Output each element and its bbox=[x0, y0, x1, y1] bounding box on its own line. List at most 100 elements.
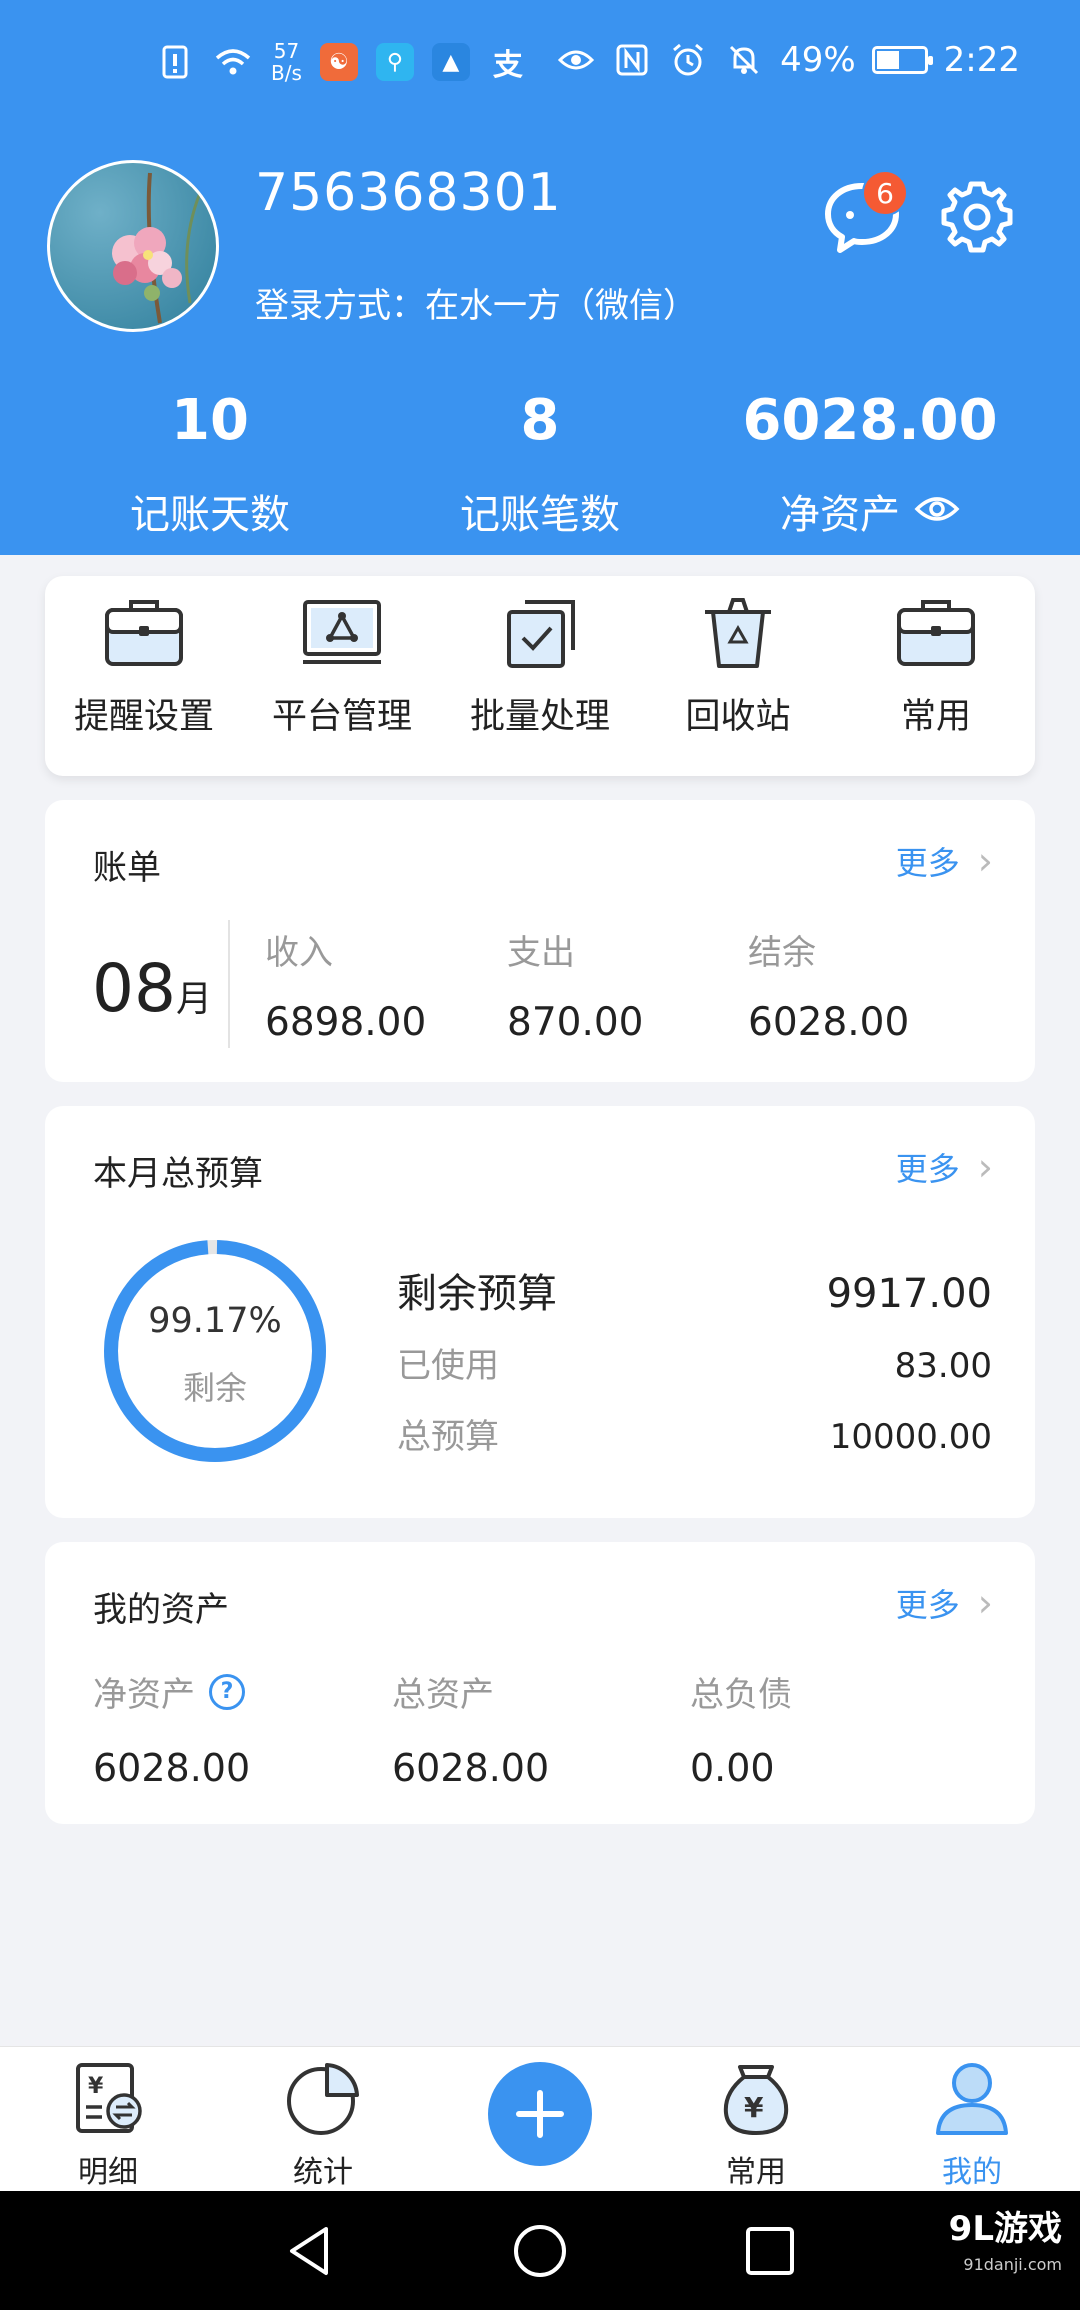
tool-common[interactable]: 常用 bbox=[837, 576, 1035, 776]
bill-month: 08月 bbox=[92, 950, 212, 1027]
more-label: 更多 bbox=[895, 1586, 960, 1624]
money-bag-icon: ¥ bbox=[723, 2065, 789, 2135]
tab-label: 统计 bbox=[293, 2155, 353, 2190]
asset-net-value: 6028.00 bbox=[93, 1746, 251, 1790]
budget-row-used: 已使用 83.00 bbox=[397, 1338, 992, 1387]
stat-entries[interactable]: 8 记账笔数 bbox=[420, 390, 660, 540]
assets-more-link[interactable]: 更多 › bbox=[896, 1580, 993, 1626]
budget-ring-arc bbox=[104, 1240, 326, 1462]
bill-expense: 支出 870.00 bbox=[507, 925, 643, 1045]
stat-net-assets[interactable]: 6028.00 净资产 bbox=[660, 390, 1080, 540]
bill-title: 账单 bbox=[93, 848, 161, 888]
budget-remaining-title: 剩余预算 bbox=[397, 1271, 557, 1317]
pie-chart-icon bbox=[287, 2063, 359, 2135]
wifi-icon bbox=[213, 42, 253, 82]
clock: 2:22 bbox=[943, 40, 1020, 80]
stat-days-label: 记账天数 bbox=[130, 492, 290, 538]
bill-income-value: 6898.00 bbox=[265, 1000, 427, 1045]
sim-alert-icon bbox=[155, 42, 195, 82]
login-method: 登录方式：在水一方（微信） bbox=[255, 286, 697, 326]
tool-reminder-settings[interactable]: 提醒设置 bbox=[45, 576, 243, 776]
budget-title: 本月总预算 bbox=[93, 1154, 263, 1194]
message-count-badge: 6 bbox=[862, 170, 908, 216]
briefcase-icon bbox=[105, 600, 183, 666]
platform-icon bbox=[303, 600, 381, 664]
home-icon[interactable] bbox=[512, 2223, 568, 2279]
chevron-right-icon: › bbox=[977, 839, 993, 883]
recycle-bin-icon bbox=[705, 598, 771, 668]
back-icon[interactable] bbox=[282, 2223, 338, 2279]
profile-header: 57 B/s ☯ ⚲ ▲ 支 49% 2:22 756368301 登录方式：在… bbox=[0, 0, 1080, 555]
bill-expense-value: 870.00 bbox=[507, 1000, 644, 1045]
recents-icon[interactable] bbox=[742, 2223, 798, 2279]
budget-ring-chart bbox=[104, 1240, 326, 1462]
stat-entries-value: 8 bbox=[520, 388, 560, 453]
bill-balance-label: 结余 bbox=[748, 933, 816, 973]
bill-balance-value: 6028.00 bbox=[748, 1000, 910, 1045]
bill-expense-label: 支出 bbox=[507, 933, 575, 973]
tool-recycle-bin[interactable]: 回收站 bbox=[639, 576, 837, 776]
budget-row-remaining: 剩余预算 9917.00 bbox=[397, 1261, 992, 1319]
svg-text:¥: ¥ bbox=[744, 2091, 764, 2124]
mute-icon bbox=[724, 40, 764, 80]
asset-net: 净资产 ? 6028.00 bbox=[93, 1667, 250, 1790]
ledger-icon: ¥ bbox=[76, 2063, 142, 2133]
tab-label: 明细 bbox=[78, 2155, 138, 2190]
budget-remaining-percent: 99.17% bbox=[148, 1301, 282, 1341]
assets-title: 我的资产 bbox=[93, 1590, 229, 1630]
settings-button[interactable] bbox=[938, 178, 1016, 256]
budget-used-value: 83.00 bbox=[894, 1346, 992, 1386]
tab-label: 常用 bbox=[726, 2155, 786, 2190]
shield-app-icon: ▲ bbox=[431, 43, 470, 81]
nfc-icon bbox=[612, 40, 652, 80]
gear-icon bbox=[941, 181, 1013, 253]
tab-details[interactable]: ¥ 明细 bbox=[38, 2059, 178, 2191]
asset-liability: 总负债 0.00 bbox=[690, 1667, 792, 1790]
eye-toggle-icon[interactable] bbox=[914, 488, 960, 534]
tools-card: 提醒设置 平台管理 批量处理 回收站 常用 bbox=[45, 576, 1035, 776]
stat-net-assets-value: 6028.00 bbox=[742, 388, 998, 453]
net-speed: 57 B/s bbox=[271, 40, 302, 84]
svg-text:¥: ¥ bbox=[88, 2074, 104, 2099]
budget-remaining-value: 9917.00 bbox=[826, 1271, 992, 1317]
asset-total-value: 6028.00 bbox=[392, 1746, 550, 1790]
tab-mine[interactable]: 我的 bbox=[902, 2059, 1042, 2191]
tool-label: 提醒设置 bbox=[73, 697, 214, 737]
stat-days[interactable]: 10 记账天数 bbox=[0, 390, 420, 540]
bill-month-unit: 月 bbox=[175, 979, 212, 1020]
asset-liability-label: 总负债 bbox=[690, 1675, 792, 1715]
stat-days-value: 10 bbox=[171, 388, 249, 453]
tool-platform-management[interactable]: 平台管理 bbox=[243, 576, 441, 776]
system-navigation-bar: 9L游戏 91danji.com bbox=[0, 2191, 1080, 2310]
tab-common[interactable]: ¥ 常用 bbox=[686, 2059, 826, 2191]
add-record-button[interactable] bbox=[488, 2062, 592, 2166]
user-icon bbox=[936, 2063, 1008, 2135]
plus-icon bbox=[516, 2090, 564, 2138]
stat-net-assets-label: 净资产 bbox=[780, 492, 900, 538]
app-notification-icon: ☯ bbox=[319, 43, 358, 81]
tool-batch-processing[interactable]: 批量处理 bbox=[441, 576, 639, 776]
watermark: 9L游戏 91danji.com bbox=[949, 2211, 1062, 2283]
avatar[interactable] bbox=[47, 160, 219, 332]
net-speed-unit: B/s bbox=[271, 61, 302, 85]
budget-more-link[interactable]: 更多 › bbox=[896, 1144, 993, 1190]
assets-card: 我的资产 更多 › 净资产 ? 6028.00 总资产 6028.00 总负债 … bbox=[45, 1542, 1035, 1824]
tab-statistics[interactable]: 统计 bbox=[253, 2059, 393, 2191]
divider bbox=[228, 920, 230, 1048]
help-icon[interactable]: ? bbox=[209, 1673, 245, 1710]
more-label: 更多 bbox=[895, 1150, 960, 1188]
user-id: 756368301 bbox=[255, 163, 562, 223]
bill-balance: 结余 6028.00 bbox=[748, 925, 909, 1045]
watermark-site: 91danji.com bbox=[963, 2255, 1062, 2274]
status-bar: 57 B/s ☯ ⚲ ▲ 支 49% 2:22 bbox=[0, 30, 1080, 95]
bill-card: 账单 更多 › 08月 收入 6898.00 支出 870.00 结余 6028… bbox=[45, 800, 1035, 1082]
eye-comfort-icon bbox=[556, 40, 596, 80]
tool-label: 批量处理 bbox=[469, 697, 610, 737]
more-label: 更多 bbox=[895, 844, 960, 882]
battery-icon bbox=[871, 46, 933, 74]
bill-more-link[interactable]: 更多 › bbox=[896, 838, 993, 884]
budget-remaining-label: 剩余 bbox=[182, 1369, 247, 1407]
tab-label: 我的 bbox=[942, 2155, 1002, 2190]
alipay-icon: 支 bbox=[492, 48, 523, 83]
battery-percent: 49% bbox=[780, 40, 856, 80]
